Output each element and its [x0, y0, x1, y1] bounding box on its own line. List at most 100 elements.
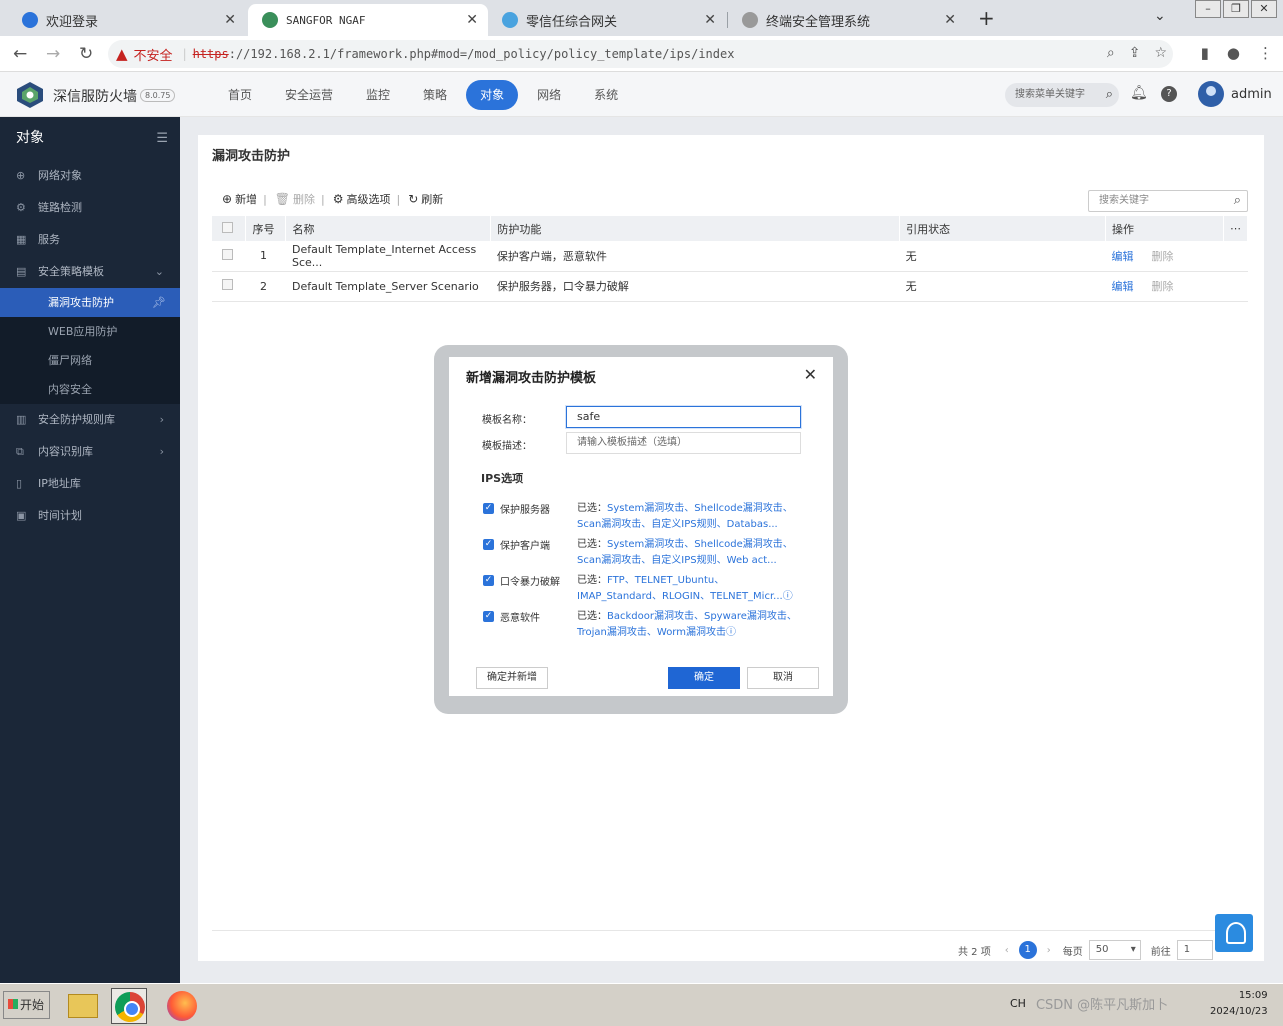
- ips-option-details-link[interactable]: 已选：System漏洞攻击、Shellcode漏洞攻击、Scan漏洞攻击、自定义…: [577, 501, 797, 533]
- row-name-link[interactable]: Default Template_Server Scenario: [285, 271, 491, 302]
- sidebar-item-rule-library[interactable]: ▥ 安全防护规则库 ›: [0, 404, 180, 436]
- firefox-icon[interactable]: [164, 988, 200, 1024]
- checkbox[interactable]: [222, 248, 233, 260]
- minimize-icon[interactable]: –: [1195, 0, 1221, 18]
- search-icon[interactable]: ⌕: [1234, 191, 1241, 211]
- checkbox-checked-icon[interactable]: ✓: [483, 575, 494, 586]
- sidebar-item-content-library[interactable]: ⧉ 内容识别库 ›: [0, 436, 180, 468]
- close-icon[interactable]: ✕: [944, 12, 956, 28]
- close-icon[interactable]: ✕: [704, 12, 716, 28]
- nav-home[interactable]: 首页: [214, 80, 266, 110]
- chrome-icon[interactable]: [111, 988, 147, 1024]
- zoom-icon[interactable]: ⌕: [1107, 45, 1115, 61]
- sidebar-item-network-objects[interactable]: ⊕ 网络对象: [0, 160, 180, 192]
- nav-objects[interactable]: 对象: [466, 80, 519, 110]
- file-explorer-icon[interactable]: [65, 988, 101, 1024]
- table-row[interactable]: 2 Default Template_Server Scenario 保护服务器…: [212, 271, 1248, 302]
- goto-page-input[interactable]: 1: [1176, 940, 1213, 960]
- column-settings-icon[interactable]: ⋯: [1223, 216, 1249, 241]
- sidebar-item-schedule[interactable]: ▣ 时间计划: [0, 500, 180, 532]
- pin-icon[interactable]: 📌︎: [152, 288, 166, 317]
- help-icon[interactable]: ?: [1161, 86, 1177, 102]
- start-button[interactable]: 开始: [3, 991, 50, 1019]
- nav-network[interactable]: 网络: [523, 80, 575, 110]
- assistant-robot-icon[interactable]: [1215, 914, 1253, 952]
- delete-link[interactable]: 删除: [1152, 280, 1174, 293]
- next-page-icon[interactable]: ›: [1047, 945, 1051, 956]
- sidebar-item-link-check[interactable]: ⚙ 链路检测: [0, 192, 180, 224]
- edit-link[interactable]: 编辑: [1112, 250, 1134, 263]
- restore-icon[interactable]: ❐: [1223, 0, 1249, 18]
- tab-sangfor-ngaf[interactable]: SANGFOR NGAF ✕: [248, 4, 488, 36]
- delete-link[interactable]: 删除: [1152, 250, 1174, 263]
- row-name-link[interactable]: Default Template_Internet Access Sce...: [285, 241, 491, 272]
- ips-option-details-link[interactable]: 已选：Backdoor漏洞攻击、Spyware漏洞攻击、Trojan漏洞攻击、W…: [577, 609, 797, 641]
- ips-option-details-link[interactable]: 已选：System漏洞攻击、Shellcode漏洞攻击、Scan漏洞攻击、自定义…: [577, 537, 797, 569]
- sidebar-item-services[interactable]: ▦ 服务: [0, 224, 180, 256]
- add-button[interactable]: ⊕ 新增: [222, 191, 257, 207]
- username[interactable]: admin: [1231, 87, 1272, 102]
- ip-library-icon: ▯: [16, 477, 23, 490]
- back-icon[interactable]: ←: [13, 44, 27, 64]
- row-checkbox[interactable]: [212, 271, 246, 302]
- menu-search-input[interactable]: 搜索菜单关键字 ⌕: [1005, 83, 1119, 107]
- not-secure-label[interactable]: 不安全: [134, 45, 173, 64]
- toolbar-divider: |: [321, 192, 325, 206]
- clock[interactable]: 15:09 2024/10/23: [1210, 988, 1268, 1020]
- ips-option-details-link[interactable]: 已选：FTP、TELNET_Ubuntu、IMAP_Standard、RLOGI…: [577, 573, 797, 605]
- bookmark-star-icon[interactable]: ☆: [1154, 45, 1167, 61]
- sidebar-item-security-templates[interactable]: ▤ 安全策略模板 ⌄: [0, 256, 180, 288]
- reload-icon[interactable]: ↻: [79, 44, 93, 64]
- nav-monitor[interactable]: 监控: [352, 80, 404, 110]
- tab-welcome-login[interactable]: 欢迎登录 ✕: [8, 4, 246, 36]
- menu-icon[interactable]: ⋮: [1258, 44, 1273, 62]
- sidebar-subitem-vuln-protection[interactable]: 漏洞攻击防护 📌︎: [0, 288, 180, 317]
- confirm-button[interactable]: 确定: [668, 667, 740, 689]
- checkbox[interactable]: [222, 279, 233, 290]
- checkbox-checked-icon[interactable]: ✓: [483, 503, 494, 514]
- forward-icon[interactable]: →: [46, 44, 60, 64]
- sidebar-subitem-web-protection[interactable]: WEB应用防护: [0, 317, 180, 346]
- per-page-select[interactable]: 50: [1088, 940, 1141, 960]
- close-icon[interactable]: ✕: [466, 12, 478, 28]
- bell-icon[interactable]: 🔔︎: [1130, 85, 1148, 101]
- checkbox-checked-icon[interactable]: ✓: [483, 611, 494, 622]
- delete-button[interactable]: 🗑︎ 删除: [275, 191, 315, 207]
- checkbox-checked-icon[interactable]: ✓: [483, 539, 494, 550]
- nav-system[interactable]: 系统: [580, 80, 632, 110]
- prev-page-icon[interactable]: ‹: [1005, 945, 1009, 956]
- advanced-options-button[interactable]: ⚙ 高级选项: [333, 191, 391, 207]
- template-desc-input[interactable]: 请输入模板描述（选填）: [566, 432, 801, 454]
- window-close-icon[interactable]: ✕: [1251, 0, 1277, 18]
- ime-indicator[interactable]: CH: [1010, 997, 1026, 1010]
- url-field[interactable]: ▲ 不安全 | https ://192.168.2.1/framework.p…: [108, 40, 1173, 68]
- edit-link[interactable]: 编辑: [1112, 280, 1134, 293]
- confirm-and-add-button[interactable]: 确定并新增: [476, 667, 548, 689]
- collapse-menu-icon[interactable]: ☰: [156, 131, 168, 146]
- nav-security-ops[interactable]: 安全运营: [271, 80, 347, 110]
- row-checkbox[interactable]: [212, 241, 246, 272]
- nav-policy[interactable]: 策略: [409, 80, 461, 110]
- new-tab-button[interactable]: +: [978, 6, 995, 30]
- page-number-current[interactable]: 1: [1018, 941, 1037, 959]
- keyword-search-input[interactable]: 搜索关键字 ⌕: [1088, 190, 1248, 212]
- refresh-button[interactable]: ↻ 刷新: [408, 191, 443, 207]
- table-row[interactable]: 1 Default Template_Internet Access Sce..…: [212, 241, 1248, 272]
- search-icon[interactable]: ⌕: [1106, 83, 1113, 107]
- avatar[interactable]: [1198, 81, 1224, 107]
- sidebar-item-ip-library[interactable]: ▯ IP地址库: [0, 468, 180, 500]
- tab-endpoint-security[interactable]: 终端安全管理系统 ✕: [728, 4, 966, 36]
- tab-zero-trust[interactable]: 零信任综合网关 ✕: [488, 4, 726, 36]
- cancel-button[interactable]: 取消: [747, 667, 819, 689]
- checkbox[interactable]: [222, 221, 233, 233]
- select-all-checkbox[interactable]: [212, 216, 247, 241]
- share-icon[interactable]: ⇪: [1129, 45, 1141, 61]
- close-icon[interactable]: ✕: [224, 12, 236, 28]
- sidebar-subitem-botnet[interactable]: 僵尸网络: [0, 346, 180, 375]
- close-icon[interactable]: ✕: [804, 365, 817, 384]
- sidebar-subitem-content-security[interactable]: 内容安全: [0, 375, 180, 404]
- template-name-input[interactable]: safe: [566, 406, 801, 428]
- tab-search-chevron-icon[interactable]: ⌄: [1154, 8, 1166, 24]
- profile-icon[interactable]: ●: [1227, 44, 1240, 62]
- sidepanel-icon[interactable]: ▮: [1201, 44, 1209, 62]
